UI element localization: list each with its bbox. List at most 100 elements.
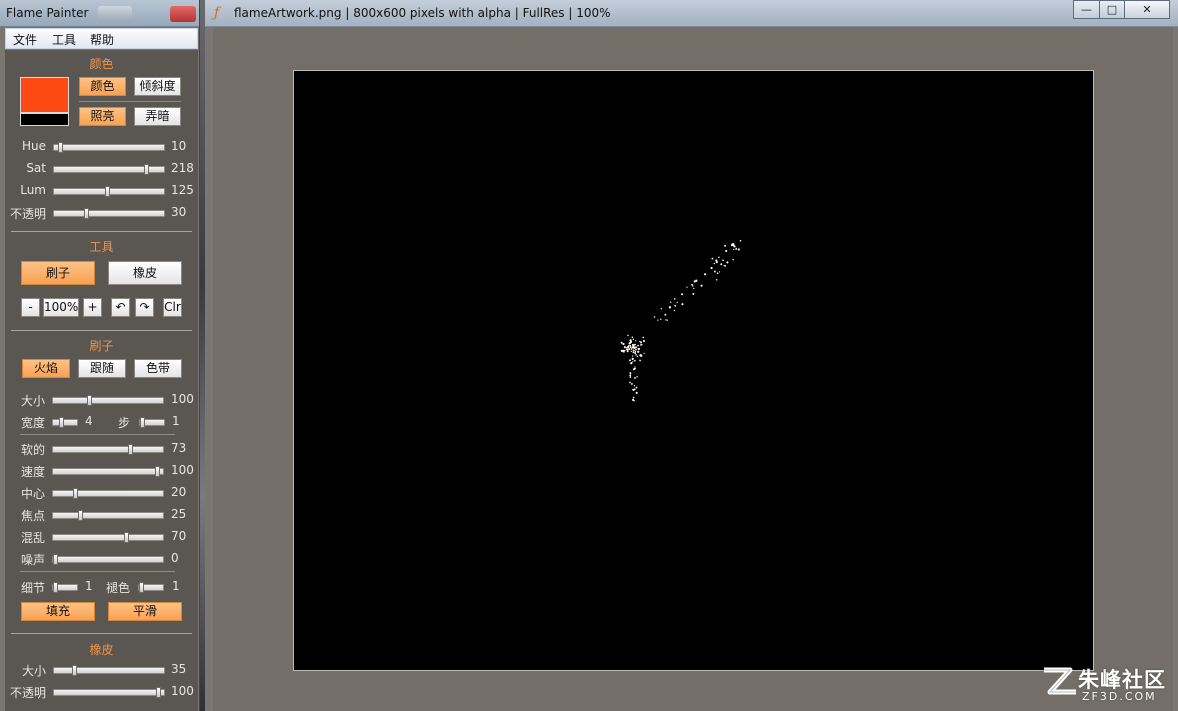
slider-label: 混乱	[20, 531, 45, 545]
slider-label: Sat	[26, 161, 46, 175]
slider-value: 100	[171, 463, 194, 477]
slider-thumb[interactable]	[58, 142, 63, 153]
window-control-blurred[interactable]	[98, 6, 132, 22]
slider-value: 100	[171, 392, 194, 406]
slider-track[interactable]	[52, 395, 164, 406]
slider-thumb[interactable]	[156, 687, 161, 698]
slider-track[interactable]	[53, 186, 165, 197]
divider	[20, 571, 175, 572]
slider-label: 速度	[20, 465, 45, 479]
slider-label: 不透明	[9, 207, 46, 221]
canvas-workspace	[213, 27, 1173, 711]
slider-value: 100	[171, 684, 194, 698]
slider-track[interactable]	[53, 142, 165, 153]
lighten-button[interactable]: 照亮	[79, 107, 126, 126]
zoom-out-button[interactable]: -	[21, 298, 40, 317]
window-close-blurred[interactable]	[170, 6, 196, 22]
slider-thumb[interactable]	[59, 417, 64, 428]
menu-file[interactable]: 文件	[13, 31, 37, 48]
zoom-level-field[interactable]: 100%	[43, 298, 79, 317]
slider-label: Hue	[21, 139, 46, 153]
brush-tool-button[interactable]: 刷子	[21, 261, 95, 285]
brush-section-title: 刷子	[89, 339, 114, 353]
menu-bar: 文件 工具 帮助	[5, 28, 198, 49]
tool-window-titlebar[interactable]: Flame Painter	[0, 0, 199, 27]
slider-thumb[interactable]	[84, 208, 89, 219]
slider-track[interactable]	[53, 665, 165, 676]
menu-tools[interactable]: 工具	[52, 31, 76, 48]
slider-value: 218	[171, 161, 194, 175]
slider-thumb[interactable]	[155, 466, 160, 477]
slider-track[interactable]	[52, 417, 78, 428]
slider-label: 宽度	[20, 416, 45, 430]
slider-value: 20	[171, 485, 187, 499]
maximize-button[interactable]: □	[1099, 0, 1125, 19]
color-section-title: 颜色	[89, 57, 114, 71]
slider-label: 细节	[20, 581, 45, 595]
slider-value: 70	[171, 529, 187, 543]
slider-track[interactable]	[52, 554, 164, 565]
mode-flame-button[interactable]: 火焰	[22, 359, 70, 378]
slider-label: Lum	[20, 183, 46, 197]
primary-color-swatch[interactable]	[20, 77, 69, 113]
slider-value: 25	[171, 507, 187, 521]
slider-value: 35	[171, 662, 187, 676]
divider	[11, 330, 192, 331]
slider-thumb[interactable]	[87, 395, 92, 406]
slider-track[interactable]	[53, 687, 165, 698]
slider-value: 1	[85, 579, 93, 593]
slider-track[interactable]	[138, 582, 164, 593]
secondary-color-swatch[interactable]	[20, 113, 69, 126]
slider-thumb[interactable]	[78, 510, 83, 521]
watermark-subtext: ZF3D.COM	[1082, 690, 1157, 703]
image-window-title: flameArtwork.png | 800x600 pixels with a…	[234, 6, 611, 20]
zoom-in-button[interactable]: +	[83, 298, 102, 317]
mode-follow-button[interactable]: 跟随	[78, 359, 126, 378]
slider-track[interactable]	[53, 208, 165, 219]
slider-track[interactable]	[52, 532, 164, 543]
slider-track[interactable]	[52, 582, 78, 593]
slider-thumb[interactable]	[53, 582, 58, 593]
eraser-tool-button[interactable]: 橡皮	[108, 261, 182, 285]
slider-thumb[interactable]	[144, 164, 149, 175]
slider-thumb[interactable]	[124, 532, 129, 543]
darken-button[interactable]: 弄暗	[134, 107, 181, 126]
tool-window: Flame Painter 文件 工具 帮助 颜色 颜色 倾斜度 照亮 弄暗 工…	[0, 0, 200, 711]
redo-icon[interactable]: ↷	[135, 298, 154, 317]
slider-thumb[interactable]	[139, 582, 144, 593]
slider-label: 中心	[20, 487, 45, 501]
mode-ribbon-button[interactable]: 色带	[134, 359, 182, 378]
gradient-button[interactable]: 倾斜度	[134, 77, 181, 96]
slider-thumb[interactable]	[140, 417, 145, 428]
slider-label: 大小	[21, 664, 46, 678]
eraser-section-title: 橡皮	[89, 643, 114, 657]
slider-thumb[interactable]	[73, 488, 78, 499]
image-window-titlebar[interactable]: ƒ flameArtwork.png | 800x600 pixels with…	[205, 0, 1178, 27]
undo-icon[interactable]: ↶	[111, 298, 130, 317]
minimize-button[interactable]: —	[1073, 0, 1100, 19]
close-button[interactable]: ✕	[1124, 0, 1170, 19]
slider-label: 噪声	[20, 553, 45, 567]
slider-track[interactable]	[52, 510, 164, 521]
clear-button[interactable]: Clr	[163, 298, 182, 317]
slider-thumb[interactable]	[105, 186, 110, 197]
slider-track[interactable]	[53, 164, 165, 175]
slider-thumb[interactable]	[53, 554, 58, 565]
slider-label: 褪色	[105, 581, 130, 595]
fill-button[interactable]: 填充	[21, 602, 95, 621]
menu-help[interactable]: 帮助	[90, 31, 114, 48]
slider-label: 大小	[20, 394, 45, 408]
slider-thumb[interactable]	[72, 665, 77, 676]
slider-value: 4	[85, 414, 93, 428]
smooth-button[interactable]: 平滑	[108, 602, 182, 621]
drawing-canvas[interactable]	[293, 70, 1094, 671]
color-button[interactable]: 颜色	[79, 77, 126, 96]
slider-value: 30	[171, 205, 187, 219]
slider-track[interactable]	[52, 444, 164, 455]
tool-section-title: 工具	[89, 240, 114, 254]
slider-track[interactable]	[52, 488, 164, 499]
slider-value: 10	[171, 139, 187, 153]
slider-track[interactable]	[139, 417, 165, 428]
slider-thumb[interactable]	[128, 444, 133, 455]
slider-track[interactable]	[52, 466, 164, 477]
